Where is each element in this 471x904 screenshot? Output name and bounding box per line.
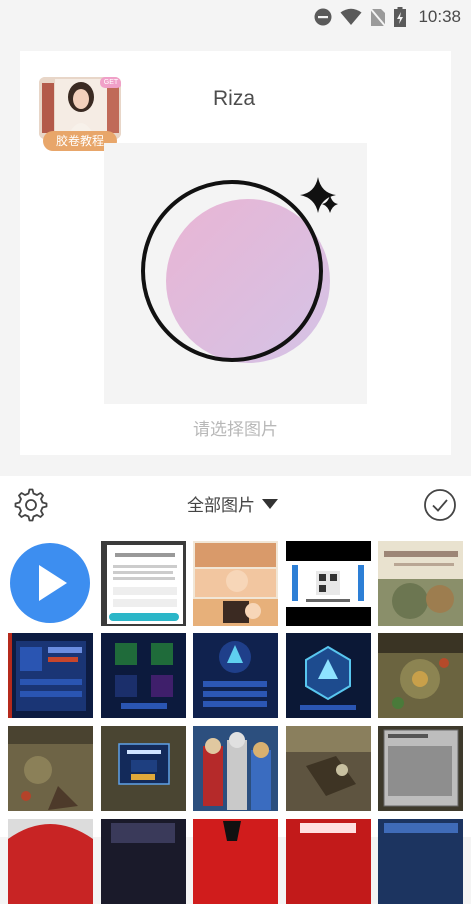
photo-thumbnail[interactable]: [378, 541, 463, 626]
wifi-icon: [340, 8, 362, 25]
album-selector[interactable]: 全部图片: [187, 491, 279, 516]
photo-thumbnail[interactable]: [101, 726, 186, 811]
tutorial-thumbnail: GET: [39, 77, 121, 139]
photo-thumbnail[interactable]: [101, 541, 186, 626]
user-name: Riza: [213, 87, 256, 110]
photo-grid: [0, 532, 471, 904]
photo-thumbnail[interactable]: [8, 819, 93, 904]
photo-thumbnail[interactable]: [193, 726, 278, 811]
photo-thumbnail[interactable]: [286, 726, 371, 811]
image-preview[interactable]: [104, 143, 367, 404]
photo-thumbnail[interactable]: [378, 726, 463, 811]
photo-thumbnail[interactable]: [8, 633, 93, 718]
photo-thumbnail[interactable]: [101, 633, 186, 718]
battery-charging-icon: [394, 7, 407, 27]
status-bar: 10:38: [0, 0, 471, 34]
status-icons: 10:38: [314, 6, 461, 28]
gear-icon[interactable]: [14, 488, 48, 522]
photo-thumbnail[interactable]: [286, 633, 371, 718]
photo-thumbnail[interactable]: [193, 819, 278, 904]
album-label: 全部图片: [187, 496, 255, 516]
preview-card: GET 胶卷教程 Riza 请选择图片: [20, 51, 451, 455]
no-sim-icon: [370, 7, 387, 27]
photo-thumbnail[interactable]: [193, 633, 278, 718]
photo-thumbnail[interactable]: [378, 819, 463, 904]
photo-thumbnail[interactable]: [286, 819, 371, 904]
do-not-disturb-icon: [314, 8, 332, 26]
placeholder-illustration: [141, 177, 338, 363]
photo-thumbnail[interactable]: [286, 541, 371, 626]
photo-thumbnail[interactable]: [101, 819, 186, 904]
check-circle-icon[interactable]: [423, 488, 457, 522]
photo-thumbnail[interactable]: [193, 541, 278, 626]
video-play-button[interactable]: [10, 543, 90, 623]
photo-thumbnail[interactable]: [378, 633, 463, 718]
get-tag: GET: [100, 77, 121, 88]
photo-thumbnail[interactable]: [8, 726, 93, 811]
gallery-toolbar: 全部图片: [0, 476, 471, 532]
dropdown-triangle-icon: [262, 498, 278, 509]
play-icon: [39, 565, 67, 601]
editor-area: GET 胶卷教程 Riza 请选择图片: [0, 34, 471, 476]
select-image-hint: 请选择图片: [193, 420, 278, 440]
status-time: 10:38: [418, 7, 461, 26]
